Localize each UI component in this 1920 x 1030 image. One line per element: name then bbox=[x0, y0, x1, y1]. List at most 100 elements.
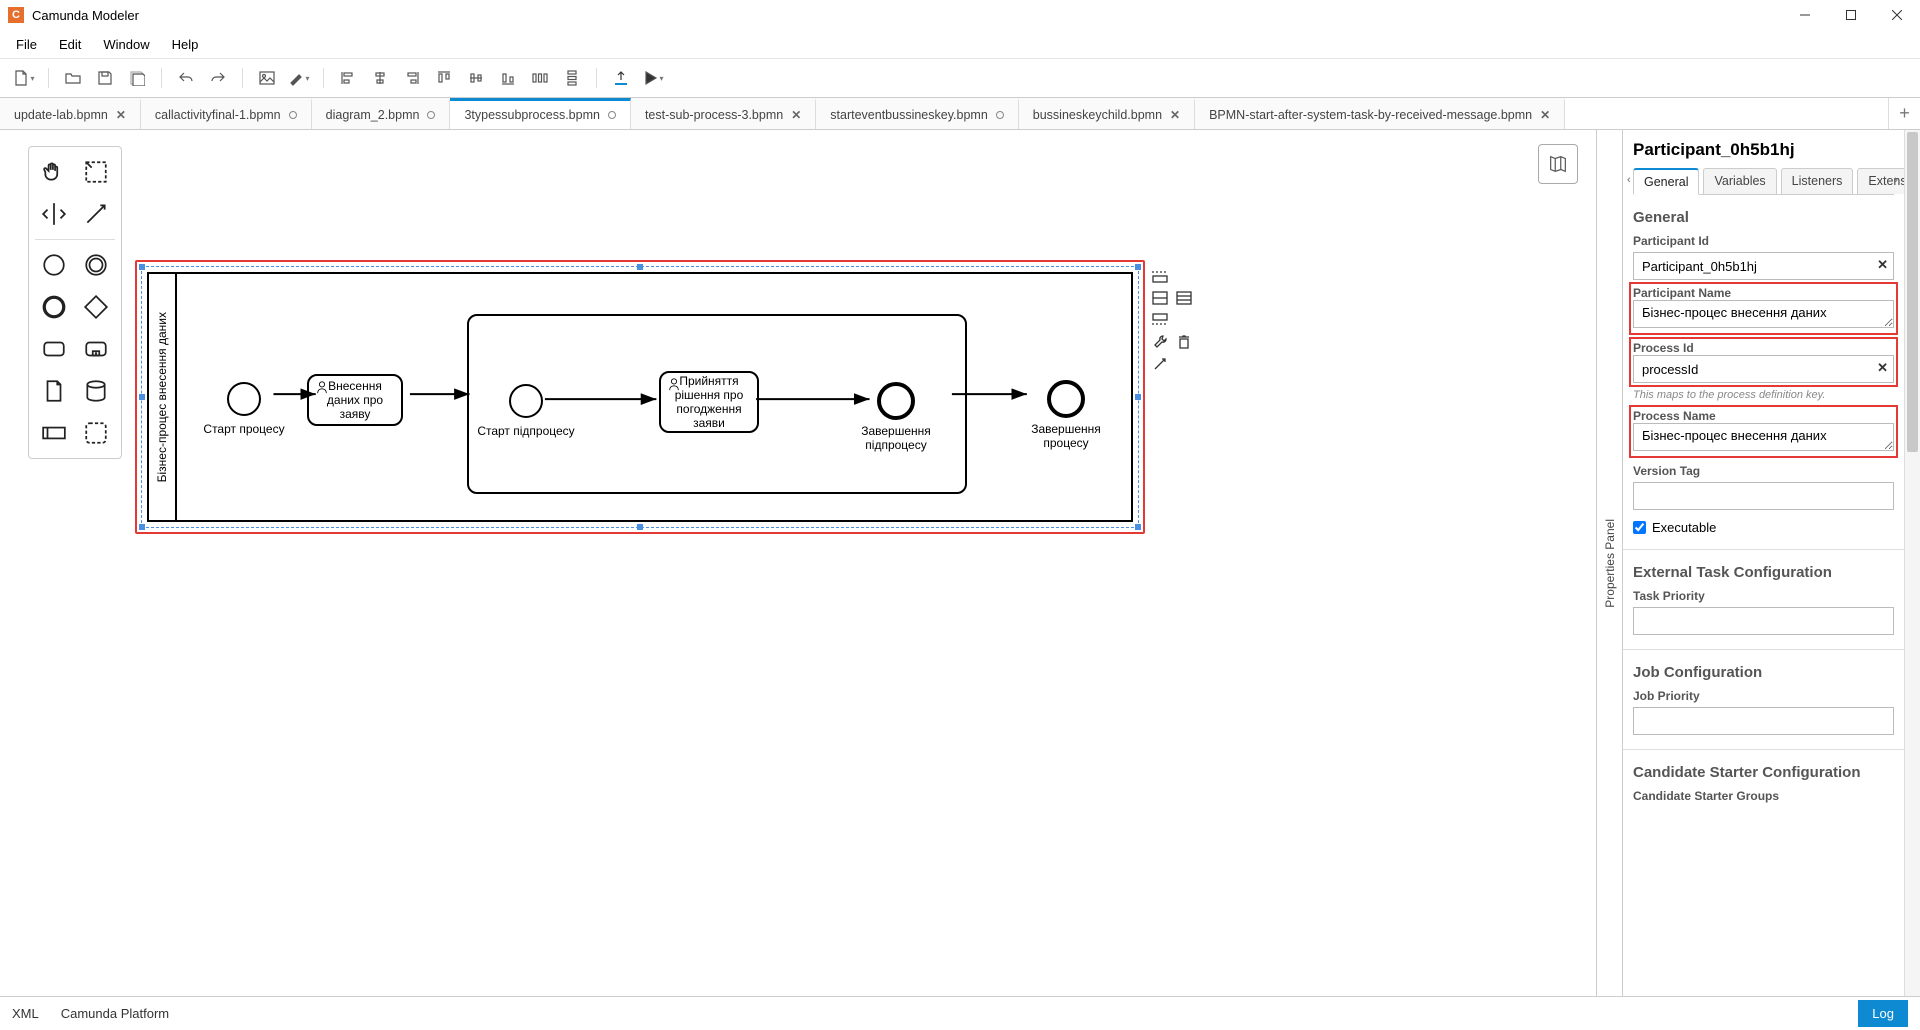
distribute-h-button[interactable] bbox=[526, 64, 554, 92]
align-center-h-button[interactable] bbox=[366, 64, 394, 92]
properties-scrollbar[interactable] bbox=[1904, 130, 1920, 996]
clear-icon[interactable]: ✕ bbox=[1877, 360, 1888, 376]
task-priority-input[interactable] bbox=[1633, 607, 1894, 635]
sub-end-event[interactable] bbox=[877, 382, 915, 420]
ptab-variables[interactable]: Variables bbox=[1703, 168, 1776, 194]
subprocess[interactable]: Старт підпроцесу Прийняття рішення про п… bbox=[467, 314, 967, 494]
status-xml[interactable]: XML bbox=[12, 1006, 39, 1021]
menu-window[interactable]: Window bbox=[93, 33, 159, 56]
version-tag-input[interactable] bbox=[1633, 482, 1894, 510]
tab-3typessubprocess[interactable]: 3typessubprocess.bpmn bbox=[450, 98, 631, 129]
status-platform[interactable]: Camunda Platform bbox=[61, 1006, 169, 1021]
job-priority-input[interactable] bbox=[1633, 707, 1894, 735]
new-tab-button[interactable]: + bbox=[1888, 98, 1920, 129]
hand-tool[interactable] bbox=[35, 153, 73, 191]
menu-help[interactable]: Help bbox=[162, 33, 209, 56]
image-export-button[interactable] bbox=[253, 64, 281, 92]
maximize-button[interactable] bbox=[1828, 0, 1874, 30]
ptab-listeners[interactable]: Listeners bbox=[1781, 168, 1854, 194]
tab-starteventbussineskey[interactable]: starteventbussineskey.bpmn bbox=[816, 98, 1019, 129]
ctx-connect-icon[interactable] bbox=[1150, 354, 1170, 374]
ptab-general[interactable]: General bbox=[1633, 168, 1699, 195]
minimize-button[interactable] bbox=[1782, 0, 1828, 30]
gateway-tool[interactable] bbox=[77, 288, 115, 326]
process-id-input[interactable] bbox=[1633, 355, 1894, 383]
properties-title: Participant_0h5b1hj bbox=[1633, 140, 1894, 160]
redo-button[interactable] bbox=[204, 64, 232, 92]
participant-id-input[interactable] bbox=[1633, 252, 1894, 280]
executable-checkbox[interactable]: Executable bbox=[1633, 520, 1894, 535]
task-tool[interactable] bbox=[35, 330, 73, 368]
intermediate-event-tool[interactable] bbox=[77, 246, 115, 284]
start-event-tool[interactable] bbox=[35, 246, 73, 284]
align-center-v-button[interactable] bbox=[462, 64, 490, 92]
deploy-button[interactable] bbox=[607, 64, 635, 92]
tab-callactivityfinal[interactable]: callactivityfinal-1.bpmn bbox=[141, 98, 312, 129]
close-icon[interactable]: ✕ bbox=[116, 108, 126, 122]
tab-testsubprocess3[interactable]: test-sub-process-3.bpmn✕ bbox=[631, 98, 816, 129]
participant-name-input[interactable]: Бізнес-процес внесення даних bbox=[1633, 300, 1894, 328]
tab-update-lab[interactable]: update-lab.bpmn✕ bbox=[0, 98, 141, 129]
workspace: Бізнес-процес внесення даних Старт проце… bbox=[0, 130, 1920, 996]
ctx-lane-above-icon[interactable] bbox=[1150, 266, 1170, 286]
tab-diagram2[interactable]: diagram_2.bpmn bbox=[312, 98, 451, 129]
diagram-canvas[interactable]: Бізнес-процес внесення даних Старт проце… bbox=[0, 130, 1596, 996]
end-event[interactable] bbox=[1047, 380, 1085, 418]
run-button[interactable]: ▾ bbox=[639, 64, 667, 92]
data-store-tool[interactable] bbox=[77, 372, 115, 410]
start-event[interactable] bbox=[227, 382, 261, 416]
bpmn-pool[interactable]: Бізнес-процес внесення даних Старт проце… bbox=[147, 272, 1133, 522]
properties-panel-handle[interactable]: Properties Panel bbox=[1596, 130, 1622, 996]
align-top-button[interactable] bbox=[430, 64, 458, 92]
ctx-split-two-icon[interactable] bbox=[1150, 288, 1170, 308]
close-icon[interactable]: ✕ bbox=[1170, 108, 1180, 122]
minimap-toggle[interactable] bbox=[1538, 144, 1578, 184]
undo-button[interactable] bbox=[172, 64, 200, 92]
align-bottom-button[interactable] bbox=[494, 64, 522, 92]
ctx-lane-below-icon[interactable] bbox=[1150, 310, 1170, 330]
group-tool[interactable] bbox=[77, 414, 115, 452]
close-icon[interactable]: ✕ bbox=[1540, 108, 1550, 122]
end-event-tool[interactable] bbox=[35, 288, 73, 326]
dirty-icon bbox=[289, 111, 297, 119]
tabs-scroll-right[interactable]: › bbox=[1894, 174, 1898, 186]
align-left-button[interactable] bbox=[334, 64, 362, 92]
title-bar: C Camunda Modeler bbox=[0, 0, 1920, 30]
subprocess-tool[interactable] bbox=[77, 330, 115, 368]
sub-end-label: Завершення підпроцесу bbox=[851, 424, 941, 452]
color-button[interactable]: ▾ bbox=[285, 64, 313, 92]
open-button[interactable] bbox=[59, 64, 87, 92]
process-id-label: Process Id bbox=[1633, 341, 1894, 355]
distribute-v-button[interactable] bbox=[558, 64, 586, 92]
align-right-button[interactable] bbox=[398, 64, 426, 92]
tab-bussineskeychild[interactable]: bussineskeychild.bpmn✕ bbox=[1019, 98, 1195, 129]
space-tool[interactable] bbox=[35, 195, 73, 233]
lasso-tool[interactable] bbox=[77, 153, 115, 191]
ctx-split-three-icon[interactable] bbox=[1174, 288, 1194, 308]
close-icon[interactable]: ✕ bbox=[791, 108, 801, 122]
clear-icon[interactable]: ✕ bbox=[1877, 257, 1888, 273]
tabs-scroll-left[interactable]: ‹ bbox=[1627, 174, 1631, 186]
close-window-button[interactable] bbox=[1874, 0, 1920, 30]
version-tag-label: Version Tag bbox=[1633, 464, 1894, 478]
section-general: General bbox=[1633, 209, 1894, 226]
section-external-task: External Task Configuration bbox=[1633, 564, 1894, 581]
process-name-input[interactable]: Бізнес-процес внесення даних bbox=[1633, 423, 1894, 451]
tab-bpmnstart[interactable]: BPMN-start-after-system-task-by-received… bbox=[1195, 98, 1565, 129]
pool-tool[interactable] bbox=[35, 414, 73, 452]
save-button[interactable] bbox=[91, 64, 119, 92]
log-button[interactable]: Log bbox=[1858, 1000, 1908, 1027]
menu-edit[interactable]: Edit bbox=[49, 33, 91, 56]
element-palette bbox=[28, 146, 122, 459]
connect-tool[interactable] bbox=[77, 195, 115, 233]
data-object-tool[interactable] bbox=[35, 372, 73, 410]
ctx-delete-icon[interactable] bbox=[1174, 332, 1194, 352]
new-file-button[interactable]: ▾ bbox=[10, 64, 38, 92]
task-approve[interactable]: Прийняття рішення про погодження заяви bbox=[659, 371, 759, 433]
menu-file[interactable]: File bbox=[6, 33, 47, 56]
ctx-wrench-icon[interactable] bbox=[1150, 332, 1170, 352]
task-enter-data[interactable]: Внесення даних про заяву bbox=[307, 374, 403, 426]
executable-checkbox-input[interactable] bbox=[1633, 521, 1646, 534]
save-as-button[interactable] bbox=[123, 64, 151, 92]
sub-start-event[interactable] bbox=[509, 384, 543, 418]
